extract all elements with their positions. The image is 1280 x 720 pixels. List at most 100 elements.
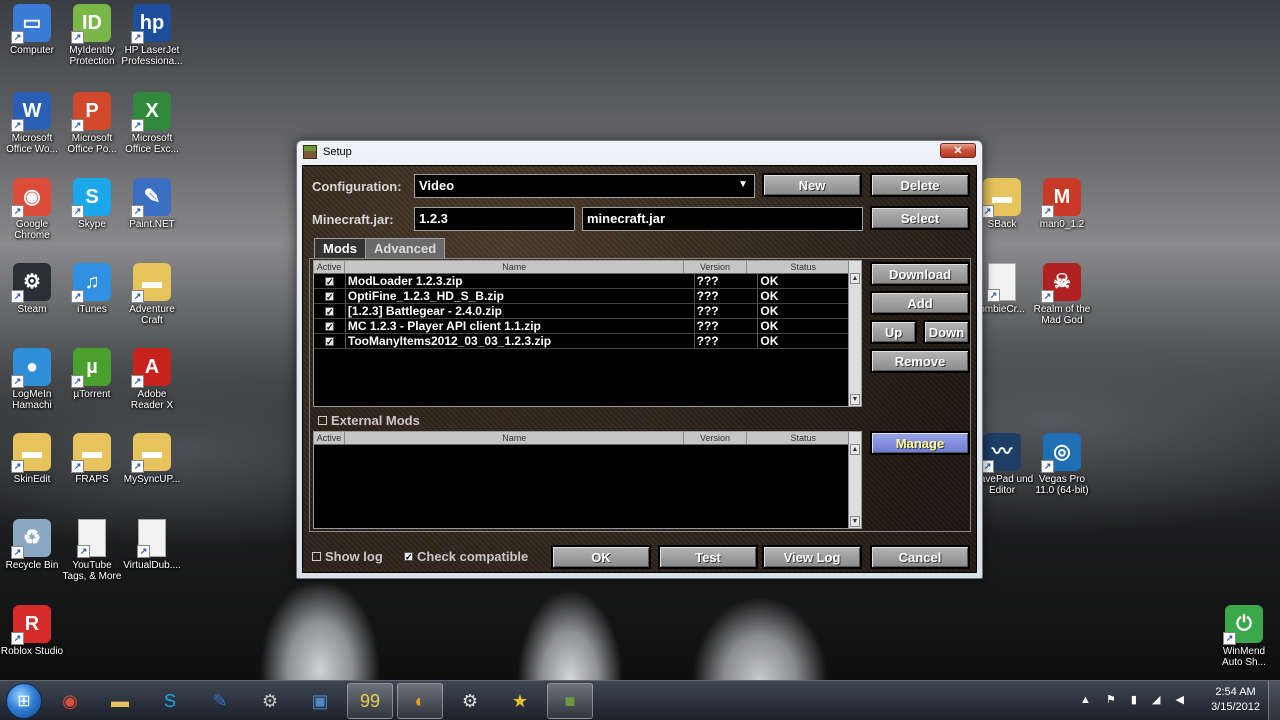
minecraft-icon[interactable]: ■ — [547, 683, 593, 719]
mod-active-checkbox[interactable]: ✓ — [324, 322, 334, 332]
desktop-shortcut[interactable]: ●LogMeIn Hamachi — [0, 348, 64, 411]
scroll-down-icon[interactable]: ▼ — [850, 394, 860, 405]
explorer-folder-icon[interactable]: ▬ — [97, 683, 143, 719]
desktop-shortcut[interactable]: ☠Realm of the Mad God — [1030, 263, 1094, 326]
mod-active-checkbox[interactable]: ✓ — [324, 337, 334, 347]
clock[interactable]: 2:54 AM 3/15/2012 — [1211, 685, 1260, 715]
desktop-shortcut[interactable]: ⏻WinMend Auto Sh... — [1212, 605, 1276, 668]
tab-mods[interactable]: Mods — [314, 238, 366, 258]
mod-active-cell[interactable]: ✓ — [314, 334, 346, 348]
mods-scrollbar[interactable]: ▲ ▼ — [848, 261, 861, 406]
desktop-shortcut[interactable]: ▬FRAPS — [60, 433, 124, 485]
remove-mod-button[interactable]: Remove — [870, 349, 970, 373]
desktop-shortcut[interactable]: YouTube Tags, & More — [60, 519, 124, 582]
show-log-checkbox[interactable] — [312, 552, 321, 561]
system-tray[interactable]: ▲ ⚑ ▮ ◢ ◀ — [1080, 693, 1190, 706]
show-log-toggle[interactable]: Show log — [312, 549, 383, 564]
show-desktop-button[interactable] — [1268, 681, 1280, 720]
move-down-button[interactable]: Down — [923, 320, 970, 344]
download-button[interactable]: Download — [870, 262, 970, 286]
desktop-shortcut-label: Microsoft Office Po... — [67, 133, 117, 155]
ext-scroll-up-icon[interactable]: ▲ — [850, 444, 860, 455]
paint-icon[interactable]: ✎ — [197, 683, 243, 719]
move-up-button[interactable]: Up — [870, 320, 917, 344]
table-row[interactable]: ✓ ModLoader 1.2.3.zip??? OK — [314, 274, 862, 289]
test-button[interactable]: Test — [658, 545, 758, 569]
version-input[interactable]: 1.2.3 — [414, 207, 575, 231]
settings-icon[interactable]: ⚙ — [447, 683, 493, 719]
desktop-shortcut[interactable]: ▭Computer — [0, 4, 64, 56]
ext-column-status[interactable]: Status — [747, 432, 862, 444]
mod-status-cell: OK — [758, 274, 862, 288]
desktop-shortcut[interactable]: ⚙Steam — [0, 263, 64, 315]
select-jar-button[interactable]: Select — [870, 206, 970, 230]
column-version[interactable]: Version — [684, 261, 747, 273]
mod-active-cell[interactable]: ✓ — [314, 274, 346, 288]
desktop-shortcut[interactable]: RRoblox Studio — [0, 605, 64, 657]
cancel-button[interactable]: Cancel — [870, 545, 970, 569]
external-mods-toggle[interactable]: External Mods — [318, 413, 420, 428]
scroll-up-icon[interactable]: ▲ — [850, 273, 860, 284]
window-titlebar[interactable]: Setup — [297, 141, 982, 163]
desktop-shortcut[interactable]: VirtualDub.... — [120, 519, 184, 571]
desktop-shortcut[interactable]: ♫iTunes — [60, 263, 124, 315]
audio-icon[interactable]: ◐ — [397, 683, 443, 719]
window-title: Setup — [323, 146, 352, 158]
tab-advanced[interactable]: Advanced — [365, 238, 446, 258]
chrome-icon[interactable]: ◉ — [47, 683, 93, 719]
ext-column-name[interactable]: Name — [345, 432, 685, 444]
external-scrollbar[interactable]: ▲ ▼ — [848, 432, 861, 528]
ext-scroll-down-icon[interactable]: ▼ — [850, 516, 860, 527]
column-status[interactable]: Status — [747, 261, 862, 273]
desktop-shortcut[interactable]: ▬Adventure Craft — [120, 263, 184, 326]
table-row[interactable]: ✓ MC 1.2.3 - Player API client 1.1.zip???… — [314, 319, 862, 334]
manage-button[interactable]: Manage — [870, 431, 970, 455]
desktop-shortcut[interactable]: IDMyIdentity Protection — [60, 4, 124, 67]
new-config-button[interactable]: New — [762, 173, 862, 197]
skype-icon[interactable]: S — [147, 683, 193, 719]
desktop-shortcut[interactable]: ▬MySyncUP... — [120, 433, 184, 485]
mod-active-cell[interactable]: ✓ — [314, 304, 346, 318]
fraps-icon[interactable]: 99 — [347, 683, 393, 719]
desktop-shortcut[interactable]: µµTorrent — [60, 348, 124, 400]
add-mod-button[interactable]: Add — [870, 291, 970, 315]
ext-column-version[interactable]: Version — [684, 432, 747, 444]
jar-path-input[interactable]: minecraft.jar — [582, 207, 863, 231]
check-compatible-toggle[interactable]: ✓ Check compatible — [404, 549, 528, 564]
ext-column-active[interactable]: Active — [314, 432, 346, 444]
teamviewer-icon[interactable]: ▣ — [297, 683, 343, 719]
desktop-shortcut[interactable]: ▬SkinEdit — [0, 433, 64, 485]
close-button[interactable]: ✕ — [940, 143, 976, 158]
desktop-shortcut[interactable]: WMicrosoft Office Wo... — [0, 92, 64, 155]
check-compatible-checkbox[interactable]: ✓ — [404, 552, 413, 562]
mod-active-checkbox[interactable]: ✓ — [324, 307, 334, 317]
desktop-shortcut[interactable]: ✎Paint.NET — [120, 178, 184, 230]
column-name[interactable]: Name — [345, 261, 685, 273]
vegas-star-icon[interactable]: ★ — [497, 683, 543, 719]
mod-active-cell[interactable]: ✓ — [314, 289, 346, 303]
desktop-shortcut[interactable]: SSkype — [60, 178, 124, 230]
desktop-shortcut-label: SkinEdit — [13, 474, 51, 485]
delete-config-button[interactable]: Delete — [870, 173, 970, 197]
desktop-shortcut[interactable]: ◎Vegas Pro 11.0 (64-bit) — [1030, 433, 1094, 496]
desktop-shortcut[interactable]: AAdobe Reader X — [120, 348, 184, 411]
view-log-button[interactable]: View Log — [762, 545, 862, 569]
desktop-shortcut[interactable]: ♻Recycle Bin — [0, 519, 64, 571]
configuration-select[interactable]: Video ▼ — [414, 174, 755, 198]
ok-button[interactable]: OK — [551, 545, 651, 569]
column-active[interactable]: Active — [314, 261, 346, 273]
steam-icon[interactable]: ⚙ — [247, 683, 293, 719]
mod-active-cell[interactable]: ✓ — [314, 319, 346, 333]
mod-active-checkbox[interactable]: ✓ — [324, 277, 334, 287]
desktop-shortcut[interactable]: XMicrosoft Office Exc... — [120, 92, 184, 155]
desktop-shortcut[interactable]: hpHP LaserJet Professiona... — [120, 4, 184, 67]
table-row[interactable]: ✓ [1.2.3] Battlegear - 2.4.0.zip??? OK — [314, 304, 862, 319]
desktop-shortcut[interactable]: PMicrosoft Office Po... — [60, 92, 124, 155]
table-row[interactable]: ✓ OptiFine_1.2.3_HD_S_B.zip??? OK — [314, 289, 862, 304]
start-button[interactable]: ⊞ — [6, 683, 42, 719]
desktop-shortcut[interactable]: ◉Google Chrome — [0, 178, 64, 241]
mod-active-checkbox[interactable]: ✓ — [324, 292, 334, 302]
table-row[interactable]: ✓ TooManyItems2012_03_03_1.2.3.zip??? OK — [314, 334, 862, 349]
external-mods-checkbox[interactable] — [318, 416, 327, 425]
desktop-shortcut[interactable]: Mmari0_1.2 — [1030, 178, 1094, 230]
